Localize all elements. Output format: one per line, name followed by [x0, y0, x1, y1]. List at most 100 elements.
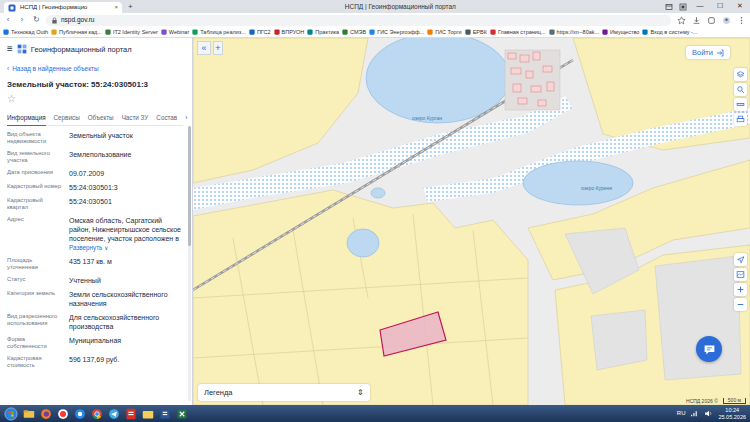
word-icon[interactable] [159, 408, 171, 420]
map-tool-button[interactable] [734, 298, 747, 311]
bookmark-favicon-icon [3, 29, 9, 35]
firefox-icon[interactable] [40, 408, 52, 420]
clock-date: 25.05.2026 [718, 414, 746, 421]
map-tool-button[interactable] [734, 98, 747, 111]
map-tool-button[interactable] [734, 68, 747, 81]
window-button[interactable]: ☐ [710, 2, 730, 10]
bookmark[interactable]: ГИС Энергоэфф... [369, 29, 424, 36]
property-label: Форма собственности [7, 336, 63, 350]
bookmark[interactable]: Имущество [602, 29, 639, 36]
bookmark-label: https://xn--80ak... [557, 29, 600, 36]
window-button[interactable]: ✕ [730, 2, 750, 10]
explorer-icon[interactable] [23, 408, 35, 420]
legend-toggle[interactable]: ⇕ [357, 388, 364, 397]
property-row: Форма собственности Муниципальная [7, 334, 183, 353]
volume-icon[interactable] [704, 409, 713, 418]
map-tool-button[interactable] [734, 283, 747, 296]
attribution-text: НСПД 2026 © [686, 398, 718, 404]
folder-icon[interactable] [142, 408, 154, 420]
profile-icon[interactable] [722, 16, 731, 25]
address-field[interactable]: nspd.gov.ru [46, 15, 671, 26]
panel-scrollbar[interactable] [188, 126, 191, 401]
map-area[interactable]: озеро Курганозеро Куреня«+ВойтиЛегенда⇕Н… [193, 38, 750, 405]
bookmark[interactable]: Практика [307, 29, 339, 36]
window-title: НСПД | Геоинформационный портал [139, 3, 662, 11]
bookmark[interactable]: Вход в систему -... [642, 29, 697, 36]
tab-list-icon[interactable] [665, 3, 673, 11]
star-icon[interactable] [677, 16, 686, 25]
bookmark-label: Публичная кад... [59, 29, 102, 36]
bookmark[interactable]: ПГС2 [249, 29, 271, 36]
info-tab[interactable]: Части ЗУ [122, 111, 149, 126]
property-value: Муниципальная [69, 336, 183, 345]
map-tool-button[interactable] [734, 268, 747, 281]
back-link[interactable]: ‹Назад в найденные объекты [7, 65, 183, 73]
nav-button[interactable]: › [18, 13, 26, 27]
bookmark[interactable]: ГИС Торги [427, 29, 462, 36]
bookmark[interactable]: https://xn--80ak... [549, 29, 600, 36]
bookmark-favicon-icon [549, 29, 555, 35]
bookmark[interactable]: Таблица реализ... [192, 29, 246, 36]
chrome-icon[interactable] [91, 408, 103, 420]
info-tab[interactable]: Состав [156, 111, 177, 126]
property-value-cell: Омская область, Саргатский район, Нижнеи… [69, 216, 183, 252]
bookmark[interactable]: Webinar [161, 29, 189, 36]
clock[interactable]: 10:2425.05.2026 [718, 407, 746, 421]
bookmark[interactable]: Главная страниц... [490, 29, 546, 36]
bookmark[interactable]: IT2 Identity Server [105, 29, 158, 36]
add-button[interactable]: + [213, 41, 223, 55]
bookmark[interactable]: Технокад Оuth [3, 29, 48, 36]
new-tab-button[interactable]: + [122, 1, 139, 12]
property-label: Кадастровый номер [7, 183, 63, 192]
pdf-reader-icon[interactable] [125, 408, 137, 420]
legend-bar[interactable]: Легенда⇕ [198, 384, 370, 401]
browser-menu-icon[interactable] [737, 16, 746, 25]
bookmark-favicon-icon [161, 29, 167, 35]
collapse-panel-button[interactable]: « [197, 41, 211, 55]
scrollbar-thumb[interactable] [188, 126, 191, 246]
excel-icon[interactable] [176, 408, 188, 420]
map-tool-button[interactable] [734, 253, 747, 266]
property-row: Вид земельного участкаЗемлепользование [7, 148, 183, 167]
bookmark-label: ВПРУОН [282, 29, 305, 36]
back-label: Назад в найденные объекты [12, 65, 99, 73]
bookmark[interactable]: ВПРУОН [274, 29, 305, 36]
property-label: Адрес [7, 216, 63, 252]
property-row: Площадь уточненная435 137 кв. м [7, 255, 183, 274]
login-button[interactable]: Войти [686, 46, 730, 59]
map-label: озеро Курган [412, 115, 442, 121]
start-button-icon[interactable] [4, 407, 18, 421]
property-value-cell: 55:24:030501 [69, 197, 183, 211]
bookmarks-panel-icon[interactable] [679, 3, 687, 11]
language-indicator[interactable]: RU [677, 410, 686, 417]
map-tool-button[interactable] [734, 83, 747, 96]
property-value-cell: 09.07.2009 [69, 169, 183, 178]
tabs-scroll-button[interactable]: › [185, 111, 187, 125]
browser-tab[interactable]: НСПД | Геоинформацио× [4, 2, 122, 13]
chat-button[interactable] [696, 336, 722, 362]
menu-button[interactable]: ≡ [7, 44, 13, 54]
bookmark-label: Таблица реализ... [200, 29, 246, 36]
selected-parcel[interactable] [380, 312, 446, 356]
bookmark[interactable]: СМЭВ [342, 29, 366, 36]
bookmark[interactable]: Публичная кад... [51, 29, 102, 36]
tab-close-button[interactable]: × [114, 2, 118, 13]
yandex-browser-icon[interactable] [57, 408, 69, 420]
cadastral-map[interactable] [193, 38, 750, 405]
download-icon[interactable] [692, 16, 701, 25]
info-tab[interactable]: Объекты [88, 111, 114, 126]
favorite-button[interactable]: ☆ [7, 94, 183, 104]
expand-link[interactable]: Развернуть∨ [69, 243, 183, 252]
property-row: СтатусУчтенный [7, 274, 183, 288]
network-icon[interactable] [690, 409, 699, 418]
window-button[interactable]: — [690, 2, 710, 10]
info-tab[interactable]: Информация [7, 111, 46, 126]
map-tool-button[interactable] [734, 113, 747, 126]
messenger-icon[interactable] [108, 408, 120, 420]
nav-button[interactable]: ↻ [32, 13, 40, 27]
yandex-icon[interactable] [74, 408, 86, 420]
info-tab[interactable]: Сервисы [54, 111, 80, 126]
extensions-icon[interactable] [707, 16, 716, 25]
bookmark[interactable]: ЕРВК [465, 29, 487, 36]
nav-button[interactable]: ‹ [4, 13, 12, 27]
